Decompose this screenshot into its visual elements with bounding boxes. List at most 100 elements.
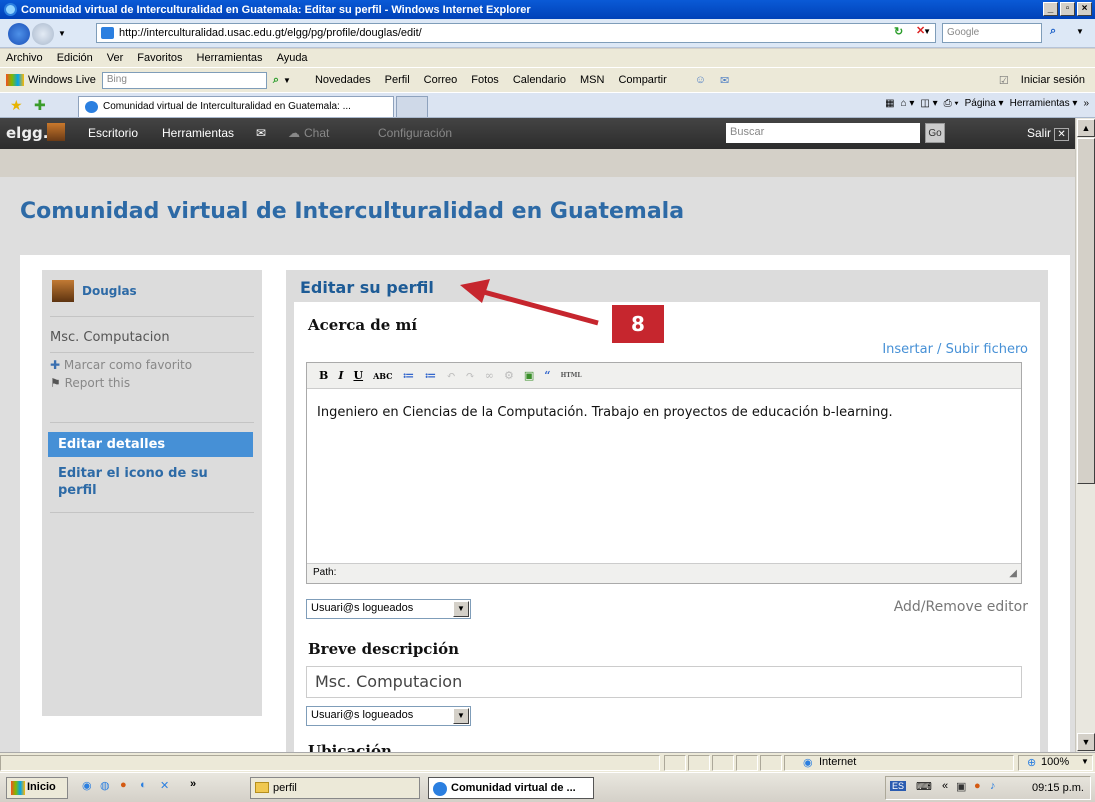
scroll-down-button[interactable]: ▼	[1077, 733, 1095, 751]
signin-link[interactable]: Iniciar sesión	[1021, 74, 1085, 86]
topbar-herramientas[interactable]: Herramientas	[162, 126, 234, 140]
numbered-list-icon[interactable]: ≔	[424, 369, 436, 382]
more-commands-icon[interactable]: »	[1083, 98, 1089, 109]
quicklaunch-ie-icon[interactable]: ◐	[140, 779, 147, 791]
quicklaunch-tool-icon[interactable]: ✕	[160, 779, 169, 792]
site-title[interactable]: Comunidad virtual de Interculturalidad e…	[20, 199, 684, 224]
bing-search-icon[interactable]: ⌕	[273, 74, 279, 87]
avatar[interactable]	[52, 280, 74, 302]
scroll-thumb[interactable]	[1077, 138, 1095, 484]
brief-access-select[interactable]: Usuari@s logueados ▼	[306, 706, 471, 726]
topbar-avatar[interactable]	[47, 123, 65, 141]
bing-dropdown-icon[interactable]: ▼	[283, 76, 291, 85]
add-favorites-icon[interactable]: ✚	[34, 97, 46, 114]
live-perfil[interactable]: Perfil	[385, 74, 410, 86]
search-go-icon[interactable]: ⌕	[1050, 25, 1056, 38]
messenger-icon[interactable]: ☺	[695, 74, 706, 86]
brief-description-input[interactable]: Msc. Computacion	[306, 666, 1022, 698]
add-remove-editor-link[interactable]: Add/Remove editor	[894, 599, 1028, 615]
tray-expand-icon[interactable]: «	[942, 780, 948, 792]
tools-menu[interactable]: Herramientas ▾	[1010, 98, 1078, 109]
bold-button[interactable]: B	[319, 369, 328, 382]
refresh-icon[interactable]: ↻	[894, 25, 903, 38]
zone-cell[interactable]: ◉ Internet	[784, 755, 1014, 771]
clock[interactable]: 09:15 p.m.	[1032, 782, 1084, 794]
menu-edicion[interactable]: Edición	[57, 52, 93, 64]
task-folder[interactable]: perfil	[250, 777, 420, 799]
live-novedades[interactable]: Novedades	[315, 74, 371, 86]
zoom-cell[interactable]: ⊕ 100% ▼	[1018, 755, 1093, 771]
vertical-scrollbar[interactable]: ▲ ▼	[1075, 118, 1095, 752]
redo-icon[interactable]: ↷	[466, 369, 475, 382]
sidebar-item-edit-icon[interactable]: Editar el icono de su perfil	[58, 465, 248, 499]
underline-button[interactable]: U	[353, 369, 363, 382]
html-source-button[interactable]: HTML	[561, 372, 582, 379]
topbar-escritorio[interactable]: Escritorio	[88, 126, 138, 140]
new-tab-button[interactable]	[396, 96, 428, 117]
bullet-list-icon[interactable]: ≔	[403, 369, 415, 382]
history-dropdown-icon[interactable]: ▼	[58, 29, 66, 38]
live-compartir[interactable]: Compartir	[618, 74, 666, 86]
start-button[interactable]: Inicio	[6, 777, 68, 799]
forward-button[interactable]	[32, 23, 54, 45]
page-menu[interactable]: Página ▾	[965, 98, 1004, 109]
sidebar-item-edit-details[interactable]: Editar detalles	[48, 432, 253, 457]
tab-active[interactable]: Comunidad virtual de Interculturalidad e…	[78, 96, 394, 117]
live-msn[interactable]: MSN	[580, 74, 604, 86]
feeds-icon[interactable]: ▦	[885, 98, 894, 109]
topbar-configuracion[interactable]: Configuración	[378, 126, 452, 140]
url-field[interactable]: http://interculturalidad.usac.edu.gt/elg…	[96, 23, 936, 43]
menu-archivo[interactable]: Archivo	[6, 52, 43, 64]
report-action[interactable]: ⚑ Report this	[50, 376, 130, 390]
elgg-search-go-button[interactable]: Go	[925, 123, 945, 143]
spellcheck-button[interactable]: ABC	[373, 371, 392, 381]
signin-checkbox-icon[interactable]: ☑	[999, 74, 1009, 87]
bing-search-input[interactable]: Bing	[101, 71, 267, 89]
quicklaunch-more-icon[interactable]: »	[190, 778, 196, 790]
resize-handle-icon[interactable]: ◢	[1009, 568, 1017, 579]
unlink-icon[interactable]: ⚙	[504, 369, 514, 382]
language-icon[interactable]: ES	[890, 781, 907, 791]
elgg-logo[interactable]: elgg.	[6, 124, 49, 142]
home-icon[interactable]: ⌂ ▾	[901, 98, 915, 109]
menu-ver[interactable]: Ver	[107, 52, 124, 64]
messages-icon[interactable]: ✉	[256, 126, 266, 140]
blockquote-icon[interactable]: “	[544, 369, 550, 382]
live-calendario[interactable]: Calendario	[513, 74, 566, 86]
search-input[interactable]: Google	[942, 23, 1042, 43]
back-button[interactable]	[8, 23, 30, 45]
scroll-up-button[interactable]: ▲	[1077, 119, 1095, 137]
link-icon[interactable]: ∞	[485, 369, 494, 382]
image-icon[interactable]: ▣	[524, 369, 534, 382]
menu-favoritos[interactable]: Favoritos	[137, 52, 182, 64]
about-access-select[interactable]: Usuari@s logueados ▼	[306, 599, 471, 619]
keyboard-icon[interactable]: ⌨	[916, 780, 932, 793]
rss-icon[interactable]: ◫ ▾	[920, 98, 937, 109]
antivirus-icon[interactable]: ●	[974, 780, 981, 792]
insert-upload-link[interactable]: Insertar / Subir fichero	[882, 342, 1028, 357]
quicklaunch-media-icon[interactable]: ◉	[82, 779, 92, 792]
print-icon[interactable]: ⎙ ▾	[944, 98, 959, 109]
editor-content[interactable]: Ingeniero en Ciencias de la Computación.…	[317, 405, 893, 420]
minimize-button[interactable]: _	[1043, 2, 1058, 16]
profile-username[interactable]: Douglas	[82, 284, 137, 298]
elgg-search-input[interactable]: Buscar	[726, 123, 920, 143]
windows-live-label[interactable]: Windows Live	[28, 74, 96, 86]
chat-icon[interactable]: ☁	[288, 126, 300, 140]
menu-ayuda[interactable]: Ayuda	[277, 52, 308, 64]
topbar-chat[interactable]: Chat	[304, 126, 329, 140]
mail-icon[interactable]: ✉	[720, 74, 729, 87]
live-correo[interactable]: Correo	[424, 74, 458, 86]
network-icon[interactable]: ▣	[956, 780, 966, 793]
favorites-star-icon[interactable]: ★	[10, 97, 23, 114]
close-button[interactable]: ×	[1077, 2, 1092, 16]
stop-icon[interactable]: ✕	[916, 24, 925, 37]
search-options-icon[interactable]: ▼	[1076, 27, 1084, 36]
live-fotos[interactable]: Fotos	[471, 74, 499, 86]
bookmark-action[interactable]: ✚ Marcar como favorito	[50, 358, 192, 372]
task-ie[interactable]: Comunidad virtual de ...	[428, 777, 594, 799]
undo-icon[interactable]: ↶	[446, 369, 455, 382]
rich-text-editor[interactable]: B I U ABC ≔ ≔ ↶ ↷ ∞ ⚙ ▣ “ HTML Ingeniero…	[306, 362, 1022, 584]
volume-icon[interactable]: ♪	[990, 780, 996, 792]
menu-herramientas[interactable]: Herramientas	[197, 52, 263, 64]
